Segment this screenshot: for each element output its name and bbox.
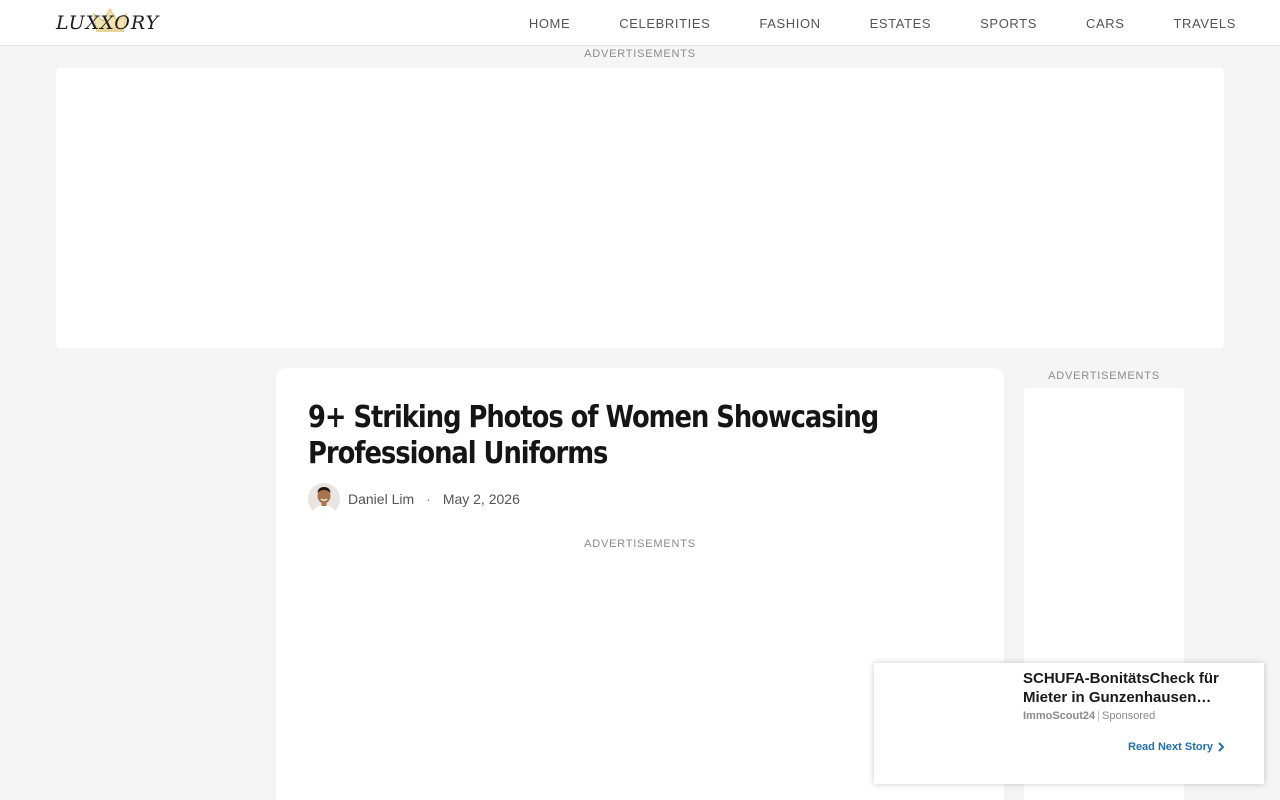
sponsored-title[interactable]: SCHUFA-BonitätsCheck für Mieter in Gunze… — [1023, 669, 1243, 707]
nav-item-home[interactable]: HOME — [529, 16, 570, 31]
nav-item-cars[interactable]: CARS — [1086, 16, 1125, 31]
ad-label-inline: ADVERTISEMENTS — [584, 538, 696, 550]
author-avatar[interactable] — [308, 483, 340, 515]
nav-item-celebrities[interactable]: CELEBRITIES — [619, 16, 710, 31]
sponsored-divider: | — [1097, 710, 1100, 722]
avatar-portrait-icon — [308, 483, 340, 515]
byline-separator: · — [426, 491, 431, 507]
chevron-right-icon — [1218, 742, 1225, 752]
main-nav: HOME CELEBRITIES FASHION ESTATES SPORTS … — [529, 0, 1236, 46]
sponsored-meta: ImmoScout24 | Sponsored — [1023, 710, 1155, 722]
sponsored-widget[interactable]: SCHUFA-BonitätsCheck für Mieter in Gunze… — [874, 663, 1264, 784]
nav-item-estates[interactable]: ESTATES — [870, 16, 932, 31]
read-next-story-link[interactable]: Read Next Story — [1128, 741, 1225, 753]
nav-item-sports[interactable]: SPORTS — [980, 16, 1037, 31]
read-next-story-label: Read Next Story — [1128, 741, 1213, 753]
ad-label-top: ADVERTISEMENTS — [584, 48, 696, 60]
article-byline: Daniel Lim · May 2, 2026 — [308, 482, 520, 516]
ad-banner-top[interactable] — [56, 68, 1224, 348]
nav-item-travels[interactable]: TRAVELS — [1174, 16, 1236, 31]
logo-wordmark: LUXXORY — [56, 12, 160, 34]
author-name[interactable]: Daniel Lim — [348, 491, 414, 507]
publish-date: May 2, 2026 — [442, 491, 520, 507]
sponsored-tag: Sponsored — [1102, 710, 1156, 722]
ad-label-sidebar: ADVERTISEMENTS — [1048, 370, 1160, 382]
site-header: LUXXORY HOME CELEBRITIES FASHION ESTATES… — [0, 0, 1280, 46]
article-title: 9+ Striking Photos of Women Showcasing P… — [308, 400, 879, 471]
site-logo[interactable]: LUXXORY — [56, 4, 166, 40]
nav-item-fashion[interactable]: FASHION — [759, 16, 820, 31]
sponsored-thumbnail[interactable] — [880, 669, 1014, 777]
sponsored-source: ImmoScout24 — [1023, 710, 1096, 722]
